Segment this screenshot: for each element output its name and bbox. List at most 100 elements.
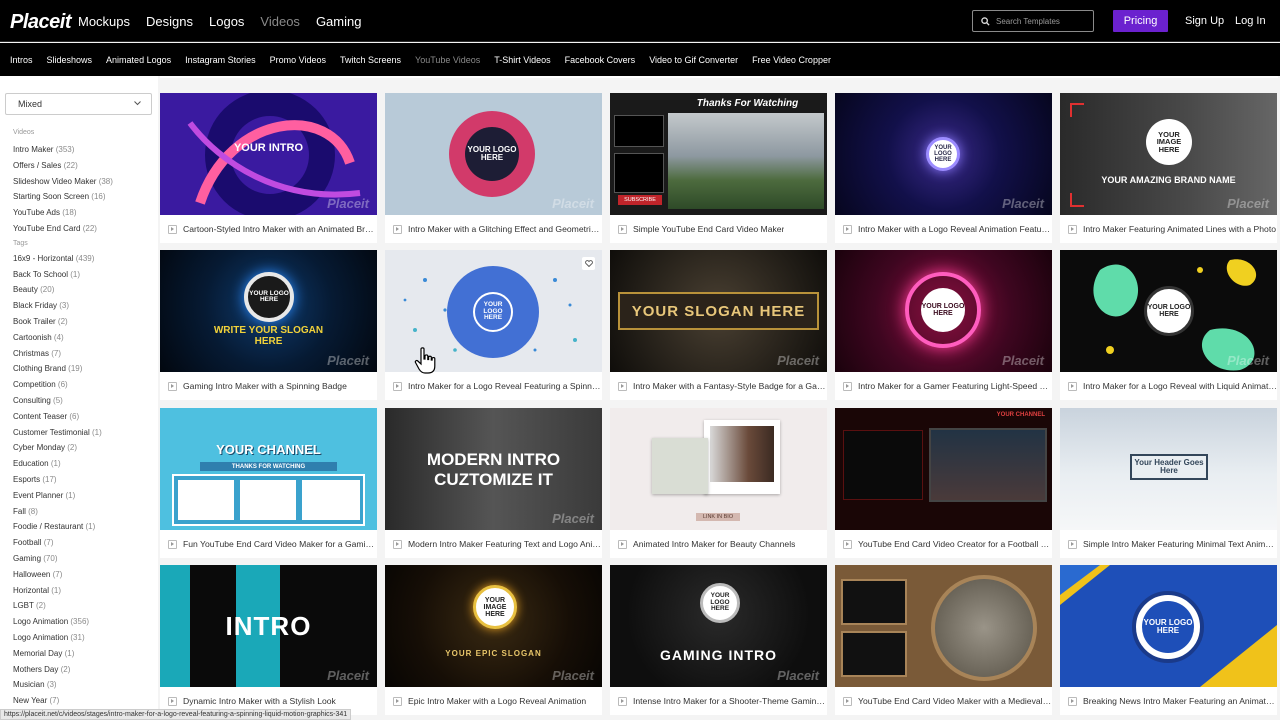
tag-filter-item[interactable]: Fall (8) [13, 504, 153, 520]
template-card[interactable]: YOUR LOGO HERE Placeit Intro Maker for a… [1060, 250, 1277, 400]
subnav-youtube-videos[interactable]: YouTube Videos [415, 55, 480, 65]
card-title[interactable]: Intro Maker with a Fantasy-Style Badge f… [633, 381, 827, 391]
sign-up-link[interactable]: Sign Up [1185, 15, 1224, 27]
template-card[interactable]: YOUR LOGO HERE Placeit Intro Maker with … [835, 93, 1052, 243]
video-filter-item[interactable]: Starting Soon Screen (16) [13, 189, 153, 205]
tag-filter-item[interactable]: Beauty (20) [13, 282, 153, 298]
subnav-animated-logos[interactable]: Animated Logos [106, 55, 171, 65]
tag-filter-item[interactable]: New Year (7) [13, 693, 153, 709]
tag-filter-item[interactable]: Black Friday (3) [13, 298, 153, 314]
template-thumbnail[interactable]: INTRO Placeit [160, 565, 377, 687]
template-card[interactable]: YOUR SLOGAN HERE Placeit Intro Maker wit… [610, 250, 827, 400]
sort-select[interactable]: Mixed [5, 93, 152, 115]
tag-filter-item[interactable]: Logo Animation (31) [13, 630, 153, 646]
card-title[interactable]: Intro Maker with a Logo Reveal Animation… [858, 224, 1052, 234]
card-title[interactable]: Simple Intro Maker Featuring Minimal Tex… [1083, 539, 1277, 549]
nav-logos[interactable]: Logos [209, 14, 244, 29]
subnav-video-cropper[interactable]: Free Video Cropper [752, 55, 831, 65]
tag-filter-item[interactable]: Gaming (70) [13, 551, 153, 567]
subnav-promo-videos[interactable]: Promo Videos [270, 55, 326, 65]
card-title[interactable]: Cartoon-Styled Intro Maker with an Anima… [183, 224, 377, 234]
template-thumbnail[interactable]: Your Header Goes Here [1060, 408, 1277, 530]
subnav-instagram-stories[interactable]: Instagram Stories [185, 55, 256, 65]
card-title[interactable]: Gaming Intro Maker with a Spinning Badge [183, 381, 347, 391]
tag-filter-item[interactable]: Event Planner (1) [13, 488, 153, 504]
template-card[interactable]: YOUR IMAGE HERE YOUR EPIC SLOGAN Placeit… [385, 565, 602, 715]
card-title[interactable]: Intro Maker with a Glitching Effect and … [408, 224, 602, 234]
tag-filter-item[interactable]: Horizontal (1) [13, 583, 153, 599]
video-filter-item[interactable]: Intro Maker (353) [13, 142, 153, 158]
template-thumbnail[interactable] [835, 565, 1052, 687]
video-filter-item[interactable]: Slideshow Video Maker (38) [13, 174, 153, 190]
template-card[interactable]: YOUR LOGO HERE WRITE YOUR SLOGAN HERE Pl… [160, 250, 377, 400]
template-thumbnail[interactable]: YOUR LOGO HERE Placeit [1060, 250, 1277, 372]
nav-mockups[interactable]: Mockups [78, 14, 130, 29]
template-card[interactable]: YOUR CHANNEL YouTube End Card Video Crea… [835, 408, 1052, 558]
tag-filter-item[interactable]: Foodie / Restaurant (1) [13, 519, 153, 535]
card-title[interactable]: Intro Maker for a Logo Reveal Featuring … [408, 381, 602, 391]
tag-filter-item[interactable]: Customer Testimonial (1) [13, 425, 153, 441]
template-thumbnail[interactable]: YOUR LOGO HERE Placeit [835, 93, 1052, 215]
log-in-link[interactable]: Log In [1235, 15, 1266, 27]
template-card[interactable]: YOUR IMAGE HERE YOUR AMAZING BRAND NAME … [1060, 93, 1277, 243]
template-card[interactable]: YOUR CHANNEL THANKS FOR WATCHING Fun You… [160, 408, 377, 558]
subnav-twitch-screens[interactable]: Twitch Screens [340, 55, 401, 65]
template-thumbnail[interactable]: YOUR LOGO HERE [1060, 565, 1277, 687]
tag-filter-item[interactable]: Cartoonish (4) [13, 330, 153, 346]
search-input[interactable]: Search Templates [972, 10, 1094, 32]
tag-filter-item[interactable]: Consulting (5) [13, 393, 153, 409]
template-card[interactable]: YouTube End Card Video Maker with a Medi… [835, 565, 1052, 715]
video-filter-item[interactable]: YouTube Ads (18) [13, 205, 153, 221]
tag-filter-item[interactable]: Education (1) [13, 456, 153, 472]
nav-designs[interactable]: Designs [146, 14, 193, 29]
template-thumbnail[interactable]: YOUR INTRO Placeit [160, 93, 377, 215]
card-title[interactable]: Animated Intro Maker for Beauty Channels [633, 539, 795, 549]
template-card[interactable]: YOUR LOGO HERE Breaking News Intro Maker… [1060, 565, 1277, 715]
template-card[interactable]: YOUR LOGO HERE Placeit Intro Maker with … [385, 93, 602, 243]
tag-filter-item[interactable]: 16x9 - Horizontal (439) [13, 251, 153, 267]
subnav-facebook-covers[interactable]: Facebook Covers [565, 55, 636, 65]
tag-filter-item[interactable]: LGBT (2) [13, 598, 153, 614]
nav-videos[interactable]: Videos [260, 14, 300, 29]
card-title[interactable]: Intro Maker Featuring Animated Lines wit… [1083, 224, 1276, 234]
subnav-slideshows[interactable]: Slideshows [47, 55, 93, 65]
template-card[interactable]: YOUR LOGO HERE Placeit Intro Maker for a… [835, 250, 1052, 400]
card-title[interactable]: Intro Maker for a Gamer Featuring Light-… [858, 381, 1052, 391]
card-title[interactable]: Simple YouTube End Card Video Maker [633, 224, 784, 234]
tag-filter-item[interactable]: Musician (3) [13, 677, 153, 693]
template-card[interactable]: MODERN INTRO CUZTOMIZE IT Placeit Modern… [385, 408, 602, 558]
card-title[interactable]: Intro Maker for a Logo Reveal with Liqui… [1083, 381, 1277, 391]
template-thumbnail[interactable]: LINK IN BIO [610, 408, 827, 530]
tag-filter-item[interactable]: Football (7) [13, 535, 153, 551]
template-card[interactable]: YOUR LOGO HERE GAMING INTRO Placeit Inte… [610, 565, 827, 715]
pricing-button[interactable]: Pricing [1113, 10, 1168, 32]
card-title[interactable]: Epic Intro Maker with a Logo Reveal Anim… [408, 696, 586, 706]
template-thumbnail[interactable]: YOUR LOGO HERE Placeit [385, 93, 602, 215]
placeit-logo[interactable]: Placeit [10, 11, 71, 34]
template-thumbnail[interactable]: YOUR CHANNEL [835, 408, 1052, 530]
card-title[interactable]: YouTube End Card Video Creator for a Foo… [858, 539, 1052, 549]
template-thumbnail[interactable]: YOUR LOGO HERE Placeit [835, 250, 1052, 372]
template-card[interactable]: Thanks For Watching SUBSCRIBE Simple You… [610, 93, 827, 243]
tag-filter-item[interactable]: Halloween (7) [13, 567, 153, 583]
tag-filter-item[interactable]: Content Teaser (6) [13, 409, 153, 425]
subnav-gif-converter[interactable]: Video to Gif Converter [649, 55, 738, 65]
template-card[interactable]: LINK IN BIO Animated Intro Maker for Bea… [610, 408, 827, 558]
template-card[interactable]: INTRO Placeit Dynamic Intro Maker with a… [160, 565, 377, 715]
card-title[interactable]: Modern Intro Maker Featuring Text and Lo… [408, 539, 602, 549]
tag-filter-item[interactable]: Competition (6) [13, 377, 153, 393]
card-title[interactable]: Intense Intro Maker for a Shooter-Theme … [633, 696, 827, 706]
template-thumbnail[interactable]: YOUR CHANNEL THANKS FOR WATCHING [160, 408, 377, 530]
tag-filter-item[interactable]: Book Trailer (2) [13, 314, 153, 330]
nav-gaming[interactable]: Gaming [316, 14, 362, 29]
template-thumbnail[interactable]: YOUR LOGO HERE GAMING INTRO Placeit [610, 565, 827, 687]
subnav-tshirt-videos[interactable]: T-Shirt Videos [494, 55, 550, 65]
template-card[interactable]: Your Header Goes Here Simple Intro Maker… [1060, 408, 1277, 558]
tag-filter-item[interactable]: Clothing Brand (19) [13, 361, 153, 377]
template-thumbnail[interactable]: YOUR IMAGE HERE YOUR AMAZING BRAND NAME … [1060, 93, 1277, 215]
template-thumbnail[interactable]: MODERN INTRO CUZTOMIZE IT Placeit [385, 408, 602, 530]
card-title[interactable]: YouTube End Card Video Maker with a Medi… [858, 696, 1052, 706]
template-thumbnail[interactable]: Thanks For Watching SUBSCRIBE [610, 93, 827, 215]
template-thumbnail[interactable]: YOUR LOGO HERE WRITE YOUR SLOGAN HERE Pl… [160, 250, 377, 372]
card-title[interactable]: Fun YouTube End Card Video Maker for a G… [183, 539, 377, 549]
